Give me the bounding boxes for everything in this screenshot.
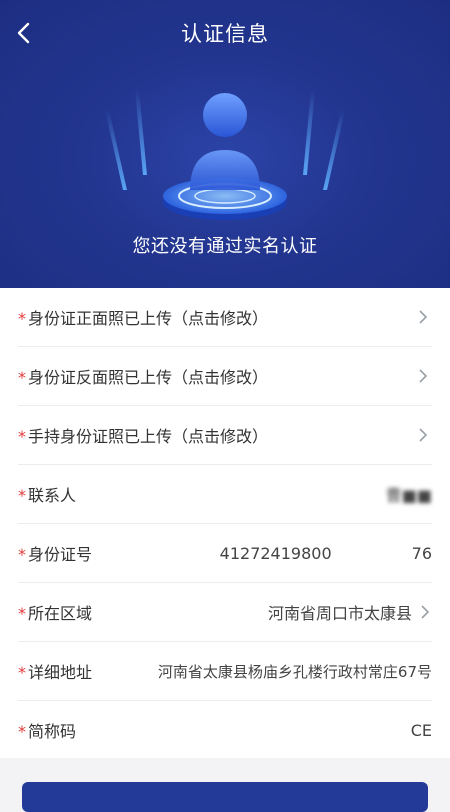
chevron-right-icon bbox=[419, 369, 428, 383]
chevron-right-icon bbox=[419, 428, 428, 442]
short-code-value[interactable]: CE bbox=[411, 721, 432, 740]
info-list: * 身份证正面照已上传（点击修改） * 身份证反面照已上传（点击修改） * 手持身份证… bbox=[0, 288, 450, 758]
row-label: 身份证反面照已上传（点击修改） bbox=[28, 368, 269, 387]
id-number-row[interactable]: * 身份证号 41272419800 76 bbox=[18, 524, 432, 583]
row-label: 联系人 bbox=[28, 486, 77, 505]
chevron-right-icon bbox=[421, 605, 430, 619]
row-label: 身份证号 bbox=[28, 545, 93, 564]
short-code-row[interactable]: * 简称码 CE bbox=[18, 701, 432, 759]
row-label: 手持身份证照已上传（点击修改） bbox=[28, 427, 269, 446]
required-mark: * bbox=[18, 486, 26, 505]
row-label: 身份证正面照已上传（点击修改） bbox=[28, 309, 269, 328]
required-mark: * bbox=[18, 663, 26, 682]
region-value: 河南省周口市太康县 bbox=[267, 604, 412, 623]
contact-row[interactable]: * 联系人 曹■■ bbox=[18, 465, 432, 524]
address-value[interactable]: 河南省太康县杨庙乡孔楼行政村常庄67号 bbox=[158, 661, 432, 682]
id-front-photo-row[interactable]: * 身份证正面照已上传（点击修改） bbox=[18, 288, 432, 347]
required-mark: * bbox=[18, 545, 26, 564]
required-mark: * bbox=[18, 604, 26, 623]
required-mark: * bbox=[18, 427, 26, 446]
handheld-id-photo-row[interactable]: * 手持身份证照已上传（点击修改） bbox=[18, 406, 432, 465]
chevron-right-icon bbox=[419, 310, 428, 324]
region-row[interactable]: * 所在区域 河南省周口市太康县 bbox=[18, 583, 432, 642]
row-label: 简称码 bbox=[28, 722, 77, 741]
required-mark: * bbox=[18, 722, 26, 741]
contact-value[interactable]: 曹■■ bbox=[386, 482, 432, 506]
row-label: 详细地址 bbox=[28, 663, 93, 682]
submit-button[interactable] bbox=[22, 782, 428, 812]
required-mark: * bbox=[18, 368, 26, 387]
id-back-photo-row[interactable]: * 身份证反面照已上传（点击修改） bbox=[18, 347, 432, 406]
address-row[interactable]: * 详细地址 河南省太康县杨庙乡孔楼行政村常庄67号 bbox=[18, 642, 432, 701]
verification-status-text: 您还没有通过实名认证 bbox=[132, 236, 318, 257]
user-verification-illustration bbox=[105, 90, 345, 220]
header: 认证信息 您还没有通过实名认证 bbox=[0, 0, 450, 288]
id-number-value[interactable]: 41272419800 76 bbox=[220, 544, 432, 563]
row-label: 所在区域 bbox=[28, 604, 93, 623]
page-title: 认证信息 bbox=[181, 22, 269, 46]
required-mark: * bbox=[18, 309, 26, 328]
